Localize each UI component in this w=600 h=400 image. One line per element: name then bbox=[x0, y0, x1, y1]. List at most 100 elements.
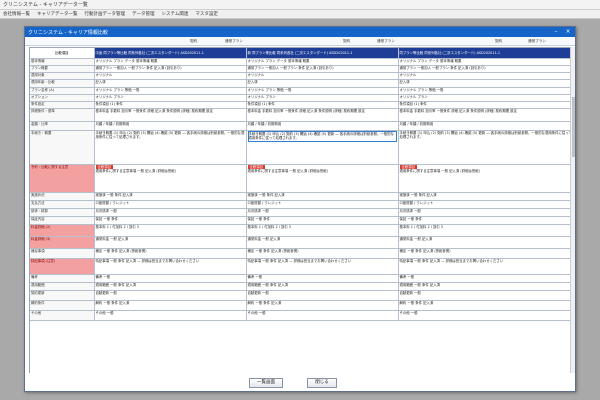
table-cell[interactable]: 適用範囲 一般 条件 記入済 bbox=[94, 282, 247, 292]
table-cell[interactable]: オリジナル bbox=[94, 72, 247, 81]
table-cell[interactable]: 基本料 1 / 付加料 2 / 割引 3 bbox=[246, 224, 399, 238]
table-cell[interactable]: オリジナル プラン データ 基本情報 概要 bbox=[246, 58, 399, 67]
table-cell[interactable]: 通常料金 一般 記入済 bbox=[246, 236, 399, 250]
table-cell[interactable]: 基本料 1 / 付加料 2 / 割引 3 bbox=[398, 224, 575, 238]
table-cell[interactable]: 補足 一般 条件 記入済 (別紙参照) bbox=[94, 248, 247, 260]
table-cell[interactable]: オリジナル bbox=[246, 72, 399, 81]
table-cell[interactable]: 記入済 bbox=[246, 79, 399, 89]
table-cell[interactable]: 口座振替 / クレジット bbox=[246, 200, 399, 210]
close-button[interactable]: 閉じる bbox=[307, 378, 337, 388]
table-cell[interactable]: 実施済 一般 条件 記入済 bbox=[94, 192, 247, 202]
selected-cell-box[interactable]: 手続き概要 (1) 申込 (2) 契約 (3) 開始 (4) 確認 (5) 更新… bbox=[247, 131, 397, 142]
table-cell[interactable]: 特記事項 一般 条件 記入済 — 詳細は担当までお問い合わせください bbox=[94, 258, 247, 276]
table-cell[interactable]: 解約 一般 条件 記入済 bbox=[398, 300, 575, 312]
table-cell[interactable]: 補足 一般 条件 記入済 (別紙参照) bbox=[246, 248, 399, 260]
table-cell[interactable]: 実施済 一般 条件 記入済 bbox=[398, 192, 575, 202]
table-cell[interactable]: 手続き概要 (1) 申込 (2) 契約 (3) 開始 (4) 確認 (5) 更新… bbox=[398, 130, 575, 166]
table-cell[interactable]: オリジナル プラン bbox=[94, 94, 247, 103]
table-cell[interactable]: 通常料金 一般 記入済 bbox=[94, 236, 247, 250]
minimize-icon[interactable]: – bbox=[551, 28, 561, 36]
vertical-scrollbar[interactable] bbox=[570, 47, 575, 373]
table-cell[interactable]: 月額 / 年額 / 初期費用 bbox=[398, 121, 575, 132]
menu-item-career-list[interactable]: キャリアデーター覧 bbox=[37, 11, 78, 17]
cell-text: オリジナル プラン データ 基本情報 概要 bbox=[399, 59, 462, 64]
table-row: 料金詳細 (2) 基本料 1 / 付加料 2 / 割引 3 基本料 1 / 付加料 … bbox=[30, 224, 575, 238]
cell-text: 保証 一般 条件 bbox=[247, 217, 271, 222]
cell-text: その他 一般 bbox=[399, 311, 418, 316]
menu-item-action-plan[interactable]: 行動計画データ管理 bbox=[85, 11, 126, 17]
row-label: 適用年齢・比較 bbox=[30, 79, 95, 89]
table-cell[interactable]: その他 一般 bbox=[398, 310, 575, 322]
table-cell[interactable]: 基本料金 手数料 割引率 一般条件 詳細 記入済 条件説明 (詳細) 契約期間 … bbox=[94, 108, 247, 123]
table-cell[interactable]: 比較項目 適用条件に関する注意事項 一般 記入済 (詳細は別紙) bbox=[94, 164, 247, 194]
close-icon[interactable]: × bbox=[563, 28, 573, 36]
table-cell[interactable]: オリジナル プラン 等価 一般 bbox=[94, 87, 247, 96]
table-cell[interactable]: 通常料金 一般 記入済 bbox=[398, 236, 575, 250]
menu-item-master-settings[interactable]: マスタ設定 bbox=[195, 11, 218, 17]
cell-text: 手続き概要 (1) 申込 (2) 契約 (3) 開始 (4) 確認 (5) 更新… bbox=[248, 132, 394, 141]
row-label: 料金詳細 (3) bbox=[30, 236, 95, 250]
table-cell[interactable]: 月額 / 年額 / 初期費用 bbox=[94, 121, 247, 132]
table-cell[interactable]: 条件項目 (1) 条件 bbox=[246, 101, 399, 110]
table-cell[interactable]: 基本料 1 / 付加料 2 / 割引 3 bbox=[94, 224, 247, 238]
table-cell[interactable]: 比較項目 適用条件に関する注意事項 一般 記入済 (詳細は別紙) bbox=[398, 164, 575, 194]
table-cell[interactable]: 条件項目 (1) 条件 bbox=[398, 101, 575, 110]
table-cell[interactable]: 月額 / 年額 / 初期費用 bbox=[246, 121, 399, 132]
table-cell[interactable]: 記入済 bbox=[94, 79, 247, 89]
scrollbar-thumb[interactable] bbox=[571, 97, 575, 157]
table-cell[interactable]: オリジナル プラン 等価 一般 bbox=[398, 87, 575, 96]
cell-text: 通常プラン 一般加入 一般プラン 条件 記入済 (割引あり) bbox=[95, 66, 182, 71]
table-cell[interactable]: 自動更新 一般 bbox=[94, 290, 247, 302]
table-cell[interactable]: 口座振替 / クレジット bbox=[94, 200, 247, 210]
table-cell[interactable]: 解約 一般 条件 記入済 bbox=[94, 300, 247, 312]
table-cell[interactable]: 通常プラン 一般加入 一般プラン 条件 記入済 (割引あり) bbox=[94, 65, 247, 74]
table-cell[interactable]: 条件項目 (1) 条件 bbox=[94, 101, 247, 110]
table-cell[interactable]: 通常プラン 一般加入 一般プラン 条件 記入済 (割引あり) bbox=[246, 65, 399, 74]
table-cell[interactable]: 通常プラン 一般加入 一般プラン 条件 記入済 (割引あり) bbox=[398, 65, 575, 74]
table-cell[interactable]: オリジナル プラン データ 基本情報 概要 bbox=[94, 58, 247, 67]
back-to-list-button[interactable]: 一覧画面 bbox=[249, 378, 283, 388]
table-cell[interactable]: その他 一般 bbox=[94, 310, 247, 322]
table-cell[interactable]: 手続き概要 (1) 申込 (2) 契約 (3) 開始 (4) 確認 (5) 更新… bbox=[246, 130, 399, 166]
table-cell[interactable]: 月次請求 一般 bbox=[246, 208, 399, 218]
table-cell[interactable]: 備考 一般 bbox=[246, 274, 399, 284]
column-header[interactable]: 中途 同プラン等比較 同系列各社 (二次エスタンダード) ASD202011-1 bbox=[94, 48, 247, 60]
table-cell[interactable]: その他 一般 bbox=[246, 310, 399, 322]
menu-item-data-management[interactable]: データ管理 bbox=[132, 11, 155, 17]
table-cell[interactable]: 解約 一般 条件 記入済 bbox=[246, 300, 399, 312]
cell-text: 口座振替 / クレジット bbox=[95, 201, 130, 206]
table-cell[interactable]: 特記事項 一般 条件 記入済 — 詳細は担当までお問い合わせください bbox=[246, 258, 399, 276]
table-cell[interactable]: オリジナル プラン 等価 一般 bbox=[246, 87, 399, 96]
table-cell[interactable]: 手続き概要 (1) 申込 (2) 契約 (3) 開始 (4) 確認 (5) 更新… bbox=[94, 130, 247, 166]
table-cell[interactable]: 適用範囲 一般 条件 記入済 bbox=[246, 282, 399, 292]
table-cell[interactable]: 保証 一般 条件 bbox=[398, 216, 575, 226]
table-cell[interactable]: 保証 一般 条件 bbox=[246, 216, 399, 226]
column-header[interactable]: 新 同プラン等比較 同系列各社 (二次エスタンダード) ASD202011-1 bbox=[246, 48, 399, 60]
table-cell[interactable]: 補足 一般 条件 記入済 (別紙参照) bbox=[398, 248, 575, 260]
menu-item-company-list[interactable]: 会社情報一覧 bbox=[3, 11, 30, 17]
table-cell[interactable]: 比較項目 適用条件に関する注意事項 一般 記入済 (詳細は別紙) bbox=[246, 164, 399, 194]
table-cell[interactable]: オリジナル プラン bbox=[246, 94, 399, 103]
table-cell[interactable]: 備考 一般 bbox=[94, 274, 247, 284]
table-row: 請求・精算 月次請求 一般 月次請求 一般 月次請求 一般 bbox=[30, 208, 575, 218]
cell-text: 口座振替 / クレジット bbox=[247, 201, 282, 206]
table-cell[interactable]: 保証 一般 条件 bbox=[94, 216, 247, 226]
table-cell[interactable]: 適用範囲 一般 条件 記入済 bbox=[398, 282, 575, 292]
table-cell[interactable]: 実施済 一般 条件 記入済 bbox=[246, 192, 399, 202]
table-cell[interactable]: 基本料金 手数料 割引率 一般条件 詳細 記入済 条件説明 (詳細) 契約期間 … bbox=[246, 108, 399, 123]
table-cell[interactable]: 基本料金 手数料 割引率 一般条件 詳細 記入済 条件説明 (詳細) 契約期間 … bbox=[398, 108, 575, 123]
table-cell[interactable]: 記入済 bbox=[398, 79, 575, 89]
cell-text: 基本料 1 / 付加料 2 / 割引 3 bbox=[247, 225, 291, 230]
menu-item-system[interactable]: システム関連 bbox=[162, 11, 189, 17]
table-cell[interactable]: 自動更新 一般 bbox=[398, 290, 575, 302]
table-cell[interactable]: 備考 一般 bbox=[398, 274, 575, 284]
table-cell[interactable]: 月次請求 一般 bbox=[94, 208, 247, 218]
table-cell[interactable]: 自動更新 一般 bbox=[246, 290, 399, 302]
table-cell[interactable]: 月次請求 一般 bbox=[398, 208, 575, 218]
column-header[interactable]: 同プラン等比較 同系列各社 (二次エスタンダード) ASD202011-1 bbox=[398, 48, 575, 60]
table-cell[interactable]: オリジナル プラン データ 基本情報 概要 bbox=[398, 58, 575, 67]
table-cell[interactable]: 口座振替 / クレジット bbox=[398, 200, 575, 210]
table-cell[interactable]: オリジナル bbox=[398, 72, 575, 81]
table-cell[interactable]: オリジナル プラン bbox=[398, 94, 575, 103]
table-cell[interactable]: 特記事項 一般 条件 記入済 — 詳細は担当までお問い合わせください bbox=[398, 258, 575, 276]
